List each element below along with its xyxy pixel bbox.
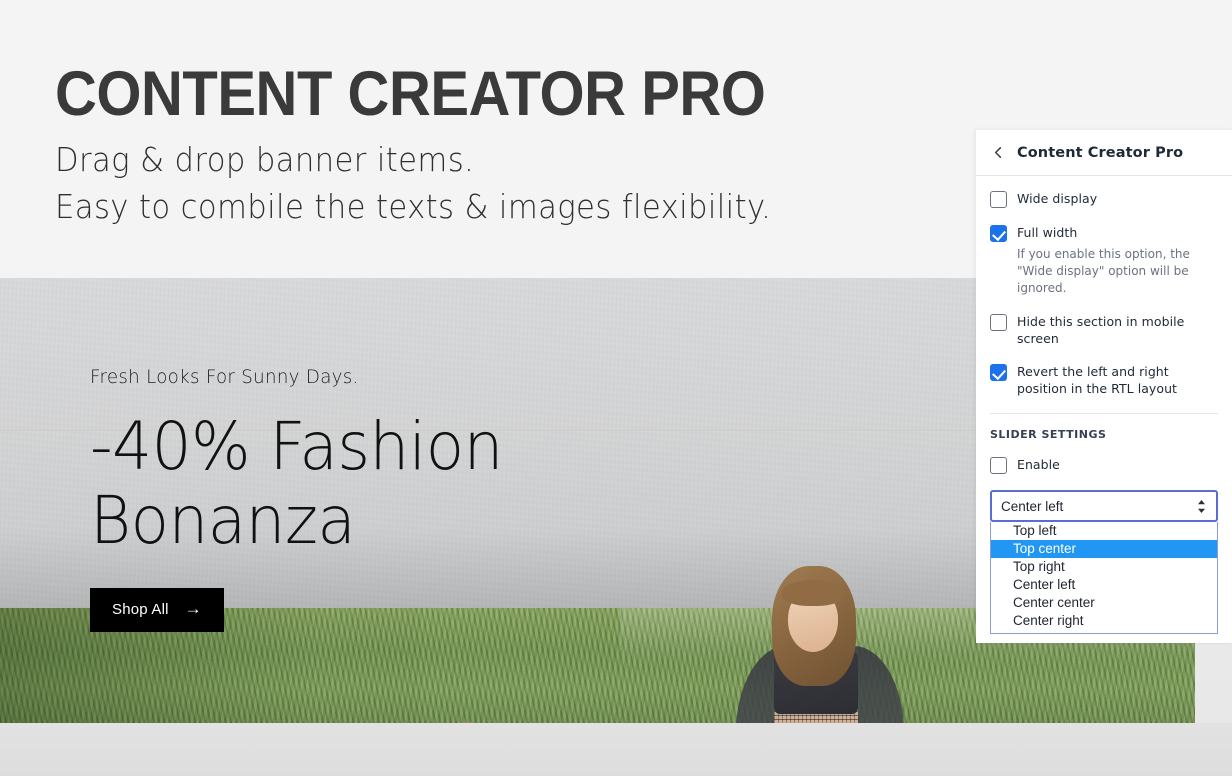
slider-position-option[interactable]: Bottom left <box>991 630 1217 633</box>
full-width-label: Full width <box>1017 225 1078 240</box>
standing-model-bangs <box>782 580 844 606</box>
slider-position-option[interactable]: Center left <box>991 576 1217 594</box>
revert-rtl-label: Revert the left and right position in th… <box>1017 364 1177 396</box>
promo-heading-block: CONTENT CREATOR PRO Drag & drop banner i… <box>55 58 955 230</box>
full-width-text-group: Full width If you enable this option, th… <box>1017 224 1218 297</box>
standing-model-photo <box>712 566 922 723</box>
banner-headline: -40% Fashion Bonanza <box>90 410 503 558</box>
slider-position-option[interactable]: Top left <box>991 522 1217 540</box>
banner-headline-line-2: Bonanza <box>90 482 356 559</box>
slider-position-select-wrap: Center left Top left Top center Top right C… <box>990 490 1218 634</box>
hide-mobile-checkbox[interactable] <box>990 314 1007 331</box>
slider-position-option[interactable]: Center center <box>991 594 1217 612</box>
option-row-slider-enable[interactable]: Enable <box>990 456 1218 474</box>
revert-rtl-checkbox[interactable] <box>990 364 1007 381</box>
slider-position-option[interactable]: Top center <box>991 540 1217 558</box>
shop-all-button[interactable]: Shop All → <box>90 588 224 632</box>
slider-position-select[interactable]: Center left <box>990 490 1218 522</box>
wide-display-label: Wide display <box>1017 191 1098 206</box>
slider-position-option[interactable]: Top right <box>991 558 1217 576</box>
promo-subtitle-line-1: Drag & drop banner items. <box>55 140 475 179</box>
panel-title: Content Creator Pro <box>1017 144 1184 161</box>
option-row-hide-mobile[interactable]: Hide this section in mobile screen <box>990 313 1218 347</box>
banner-headline-line-1: -40% Fashion <box>90 408 503 485</box>
full-width-help-text: If you enable this option, the "Wide dis… <box>1017 247 1190 295</box>
option-row-full-width[interactable]: Full width If you enable this option, th… <box>990 224 1218 297</box>
seated-model-hair <box>442 722 494 723</box>
option-row-wide-display[interactable]: Wide display <box>990 190 1218 208</box>
full-width-checkbox[interactable] <box>990 225 1007 242</box>
hide-mobile-label: Hide this section in mobile screen <box>1017 314 1185 346</box>
arrow-right-icon: → <box>184 599 202 618</box>
banner-eyebrow-text: Fresh Looks For Sunny Days. <box>90 366 359 388</box>
slider-position-option[interactable]: Center right <box>991 612 1217 630</box>
panel-header: Content Creator Pro <box>976 130 1232 176</box>
app-root: CONTENT CREATOR PRO Drag & drop banner i… <box>0 0 1232 776</box>
slider-enable-checkbox[interactable] <box>990 457 1007 474</box>
content-creator-settings-panel: Content Creator Pro Wide display Full wi… <box>976 130 1232 643</box>
spinner-up-down-icon[interactable] <box>1195 498 1207 514</box>
promo-subtitle-line-2: Easy to combile the texts & images flexi… <box>55 187 772 226</box>
shop-all-label: Shop All <box>112 601 169 618</box>
panel-body: Wide display Full width If you enable th… <box>976 176 1232 634</box>
slider-position-option-list[interactable]: Top left Top center Top right Center left Ce… <box>990 522 1218 634</box>
slider-settings-heading: SLIDER SETTINGS <box>990 428 1107 441</box>
banner-copy-block: Fresh Looks For Sunny Days. -40% Fashion… <box>90 366 525 632</box>
promo-subtitle-block: Drag & drop banner items. Easy to combil… <box>55 136 955 230</box>
chevron-left-icon[interactable] <box>990 145 1006 161</box>
wide-display-checkbox[interactable] <box>990 191 1007 208</box>
slider-position-selected-value: Center left <box>1001 498 1064 514</box>
slider-enable-label: Enable <box>1017 457 1060 472</box>
option-row-revert-rtl[interactable]: Revert the left and right position in th… <box>990 363 1218 397</box>
panel-divider <box>990 413 1218 414</box>
page-title: CONTENT CREATOR PRO <box>55 59 766 129</box>
seated-model-photo <box>385 718 615 723</box>
